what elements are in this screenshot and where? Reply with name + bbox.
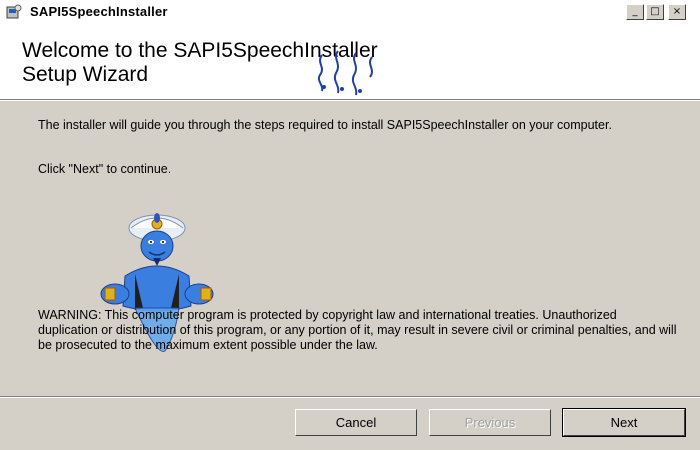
cancel-button[interactable]: Cancel — [295, 409, 417, 436]
title-bar[interactable]: SAPI5SpeechInstaller _ □ × — [0, 0, 700, 26]
close-button[interactable]: × — [668, 4, 686, 20]
speech-logo-icon — [317, 50, 373, 96]
next-button[interactable]: Next — [562, 408, 686, 437]
previous-button[interactable]: Previous — [429, 409, 551, 436]
wizard-header: Welcome to the SAPI5SpeechInstaller Setu… — [0, 25, 700, 99]
header-separator — [0, 99, 700, 101]
footer-separator — [0, 396, 700, 398]
copyright-warning-text: WARNING: This computer program is protec… — [38, 308, 677, 352]
wizard-heading: Welcome to the SAPI5SpeechInstaller Setu… — [22, 39, 378, 86]
installer-app-icon — [6, 4, 22, 19]
intro-text: The installer will guide you through the… — [38, 118, 612, 132]
maximize-button[interactable]: □ — [646, 4, 664, 20]
window-title: SAPI5SpeechInstaller — [30, 4, 168, 19]
minimize-button[interactable]: _ — [626, 4, 644, 20]
continue-text: Click "Next" to continue. — [38, 162, 172, 176]
installer-window: SAPI5SpeechInstaller _ □ × Welcome to th… — [0, 0, 700, 450]
